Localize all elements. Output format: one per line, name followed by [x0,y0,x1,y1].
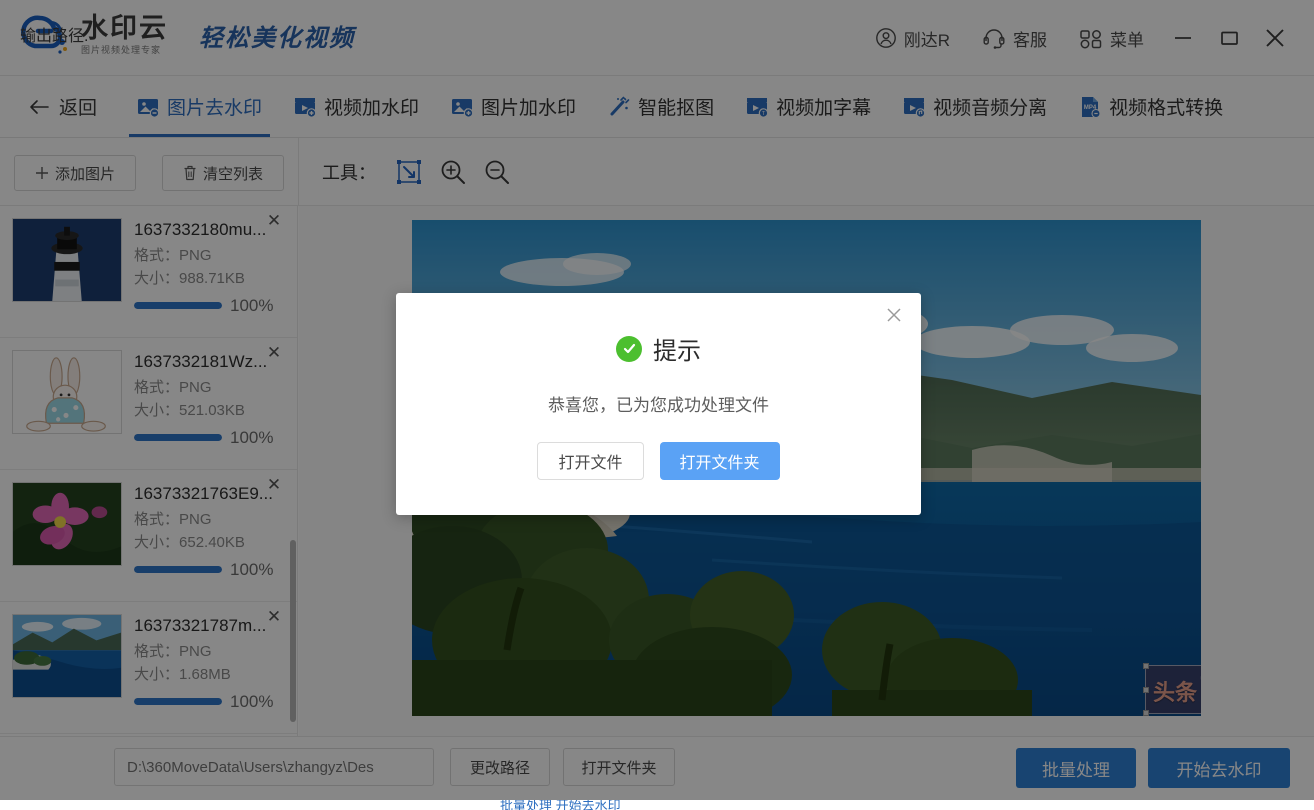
close-icon [887,308,901,322]
success-check-icon [616,335,642,362]
open-folder-dialog-label: 打开文件夹 [679,455,760,472]
app-window: 水印云 图片视频处理专家 轻松美化视频 刚达R 客服 菜单 返回 图片去水印 视… [0,0,1314,810]
dialog-title: 提示 [653,338,701,365]
open-file-label: 打开文件 [558,455,623,472]
dialog-actions: 打开文件 打开文件夹 [396,442,921,480]
dialog-message: 恭喜您，已为您成功处理文件 [548,396,769,415]
dialog-header: 提示 [396,293,921,366]
bottom-overflow-strip: 批量处理 开始去水印 [0,800,1314,810]
dialog-close-button[interactable] [883,307,905,329]
open-file-button[interactable]: 打开文件 [537,442,644,480]
success-dialog: 提示 恭喜您，已为您成功处理文件 打开文件 打开文件夹 [396,293,921,515]
strip-text: 批量处理 开始去水印 [500,800,621,810]
open-folder-dialog-button[interactable]: 打开文件夹 [659,442,780,480]
